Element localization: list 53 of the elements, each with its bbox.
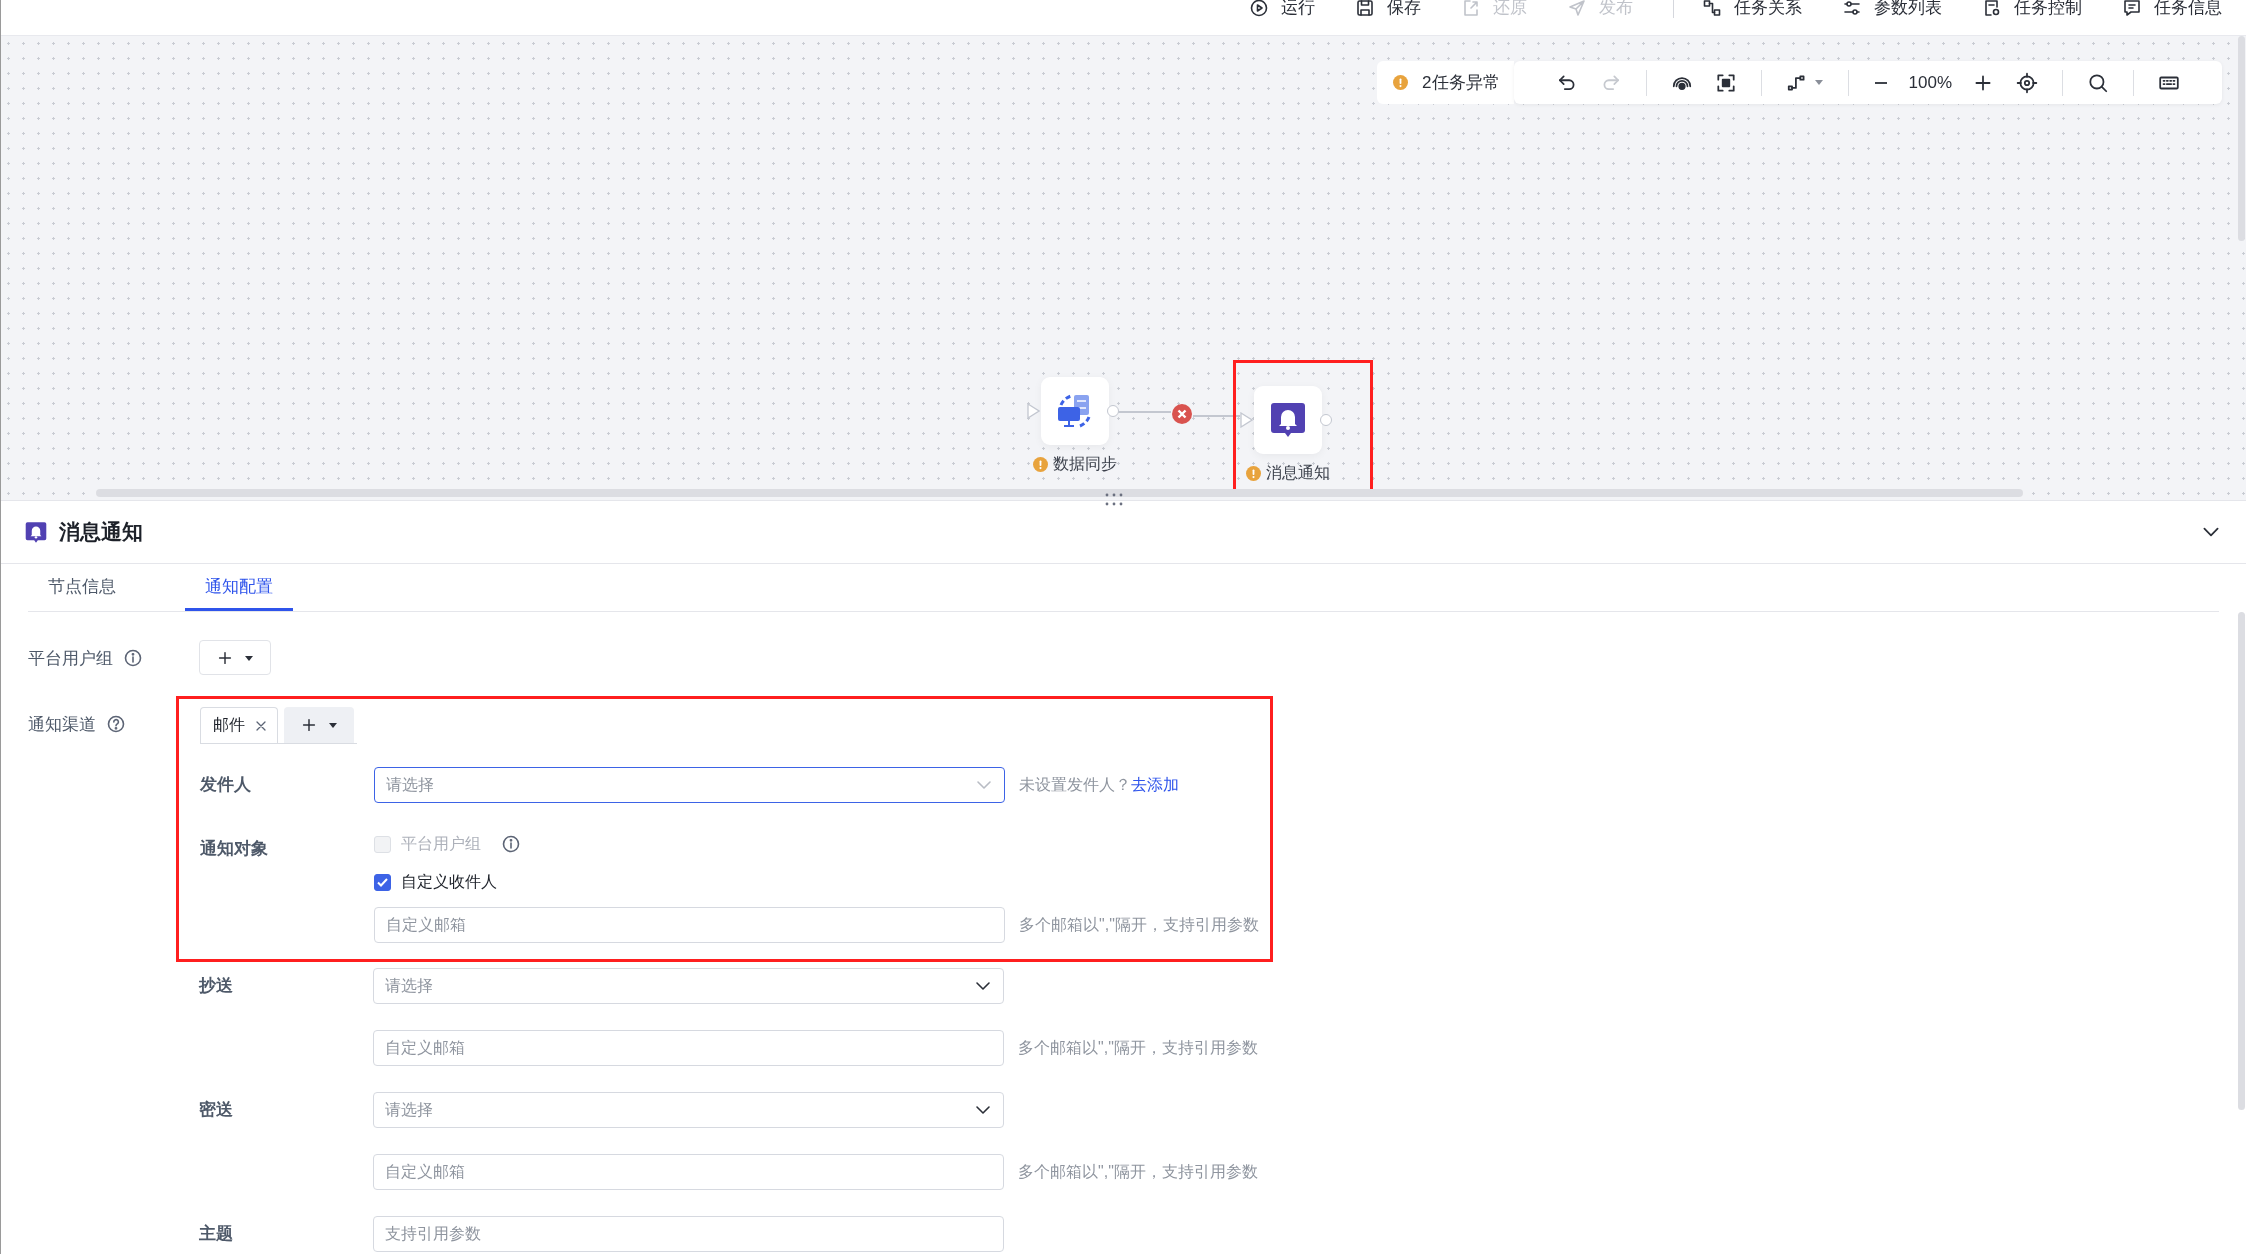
bell-icon <box>25 520 47 544</box>
add-dropdown-button[interactable] <box>284 707 354 743</box>
paper-plane-icon <box>1567 0 1587 18</box>
hint-text: 多个邮箱以","隔开，支持引用参数 <box>1018 1161 1258 1182</box>
plus-icon <box>300 716 318 734</box>
channel-tab[interactable]: 邮件 <box>200 707 278 743</box>
input-field[interactable]: 自定义邮箱 <box>373 1030 1004 1066</box>
vertical-scrollbar[interactable] <box>2238 36 2245 241</box>
field-label: 主题 <box>199 1224 233 1243</box>
field-label: 发件人 <box>200 775 251 794</box>
hint-text: 多个邮箱以","隔开，支持引用参数 <box>1018 1037 1258 1058</box>
flow-nodes-icon <box>1702 0 1722 18</box>
warning-icon <box>1033 457 1048 472</box>
caret-icon <box>328 720 338 730</box>
field-label: 密送 <box>199 1100 233 1119</box>
minus-icon <box>1872 81 1889 84</box>
field-label: 通知渠道 <box>28 713 96 736</box>
drag-handle-icon[interactable] <box>1104 492 1124 508</box>
field-label: 抄送 <box>199 976 233 995</box>
info-icon <box>501 834 521 854</box>
node-label: 消息通知 <box>1266 463 1330 483</box>
input-field[interactable]: 自定义邮箱 <box>373 1154 1004 1190</box>
warning-icon <box>1246 466 1261 481</box>
bell-icon <box>1270 401 1306 439</box>
field-label: 平台用户组 <box>28 647 113 670</box>
input-field[interactable]: 支持引用参数 <box>373 1216 1004 1252</box>
field-label: 通知对象 <box>200 839 268 858</box>
add-sender-link[interactable]: 去添加 <box>1131 774 1179 796</box>
vertical-scrollbar[interactable] <box>2238 612 2245 1110</box>
checkbox[interactable] <box>374 873 391 891</box>
horizontal-scrollbar[interactable] <box>96 489 2023 497</box>
hint-text: 多个邮箱以","隔开，支持引用参数 <box>1019 914 1259 935</box>
input-field[interactable]: 自定义邮箱 <box>374 907 1005 943</box>
search-icon <box>2087 71 2109 94</box>
toolbar-button[interactable]: 保存 <box>1355 0 1421 18</box>
caret-icon <box>1813 77 1824 87</box>
add-dropdown-button[interactable] <box>199 640 271 675</box>
checkbox-label: 自定义收件人 <box>401 871 497 892</box>
warning-icon <box>1393 75 1409 90</box>
info-icon <box>123 648 143 668</box>
hint-text: 未设置发件人？ <box>1019 774 1131 795</box>
message-icon <box>2122 0 2142 18</box>
node-label: 数据同步 <box>1053 454 1117 474</box>
tab[interactable]: 通知配置 <box>185 564 293 611</box>
panel-title: 消息通知 <box>59 519 144 545</box>
checkbox-label: 平台用户组 <box>401 833 481 854</box>
zoom-level: 100% <box>1908 72 1952 93</box>
tab[interactable]: 节点信息 <box>28 564 136 611</box>
help-icon <box>106 714 126 734</box>
fit-view-icon <box>1714 71 1737 94</box>
crosshair-icon <box>2016 71 2038 94</box>
revert-icon <box>1461 0 1481 18</box>
error-icon[interactable] <box>1172 404 1192 424</box>
